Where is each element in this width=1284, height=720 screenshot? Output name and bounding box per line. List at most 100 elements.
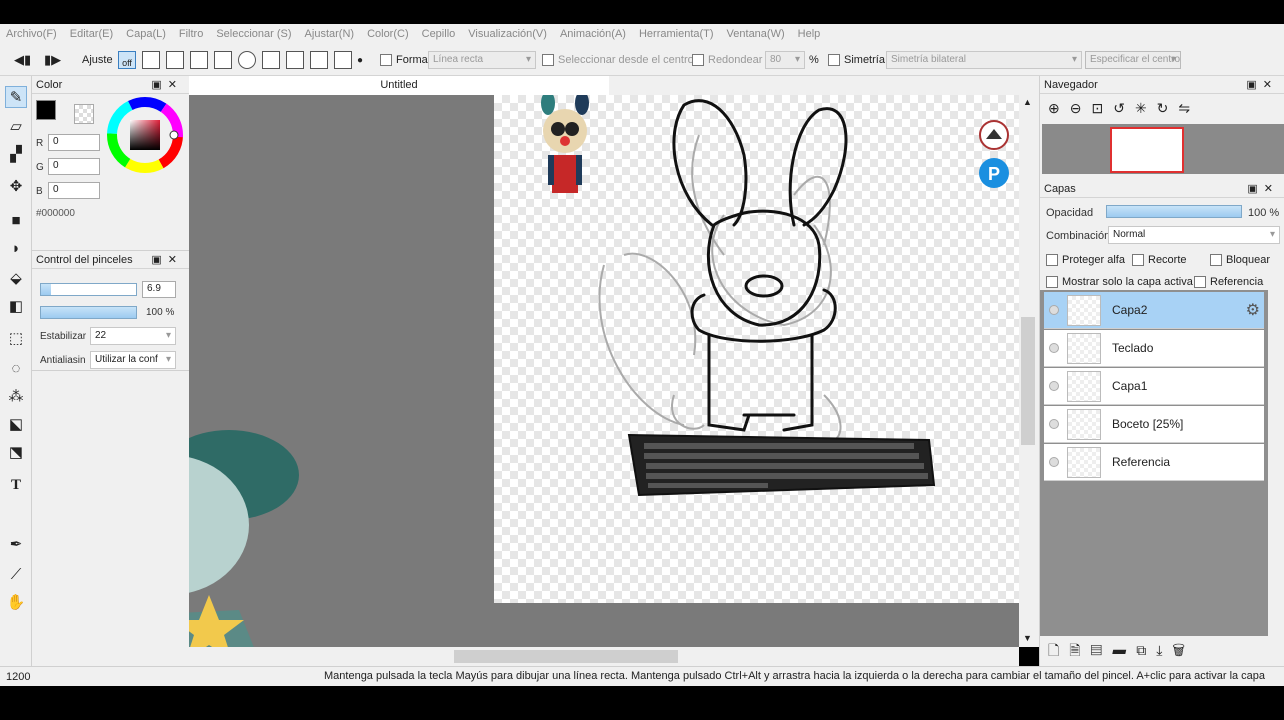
- panel-float-close-icon[interactable]: ▣✕: [1247, 182, 1279, 195]
- document-tab[interactable]: Untitled: [189, 76, 609, 95]
- brush-tool-icon[interactable]: ✎: [5, 86, 27, 108]
- reference-box[interactable]: [1194, 276, 1206, 288]
- layer-visibility-icon[interactable]: [1049, 305, 1059, 315]
- g-input[interactable]: 0: [48, 158, 100, 175]
- rotate-reset-icon[interactable]: ✳: [1135, 100, 1157, 116]
- merge-down-icon[interactable]: ⤓: [1156, 642, 1172, 658]
- menu-item[interactable]: Ventana(W): [727, 28, 785, 40]
- r-input[interactable]: 0: [48, 134, 100, 151]
- symmetry-box[interactable]: [828, 54, 840, 66]
- menu-item[interactable]: Cepillo: [422, 28, 456, 40]
- zoom-out-icon[interactable]: ⊖: [1070, 100, 1092, 116]
- new-vector-layer-icon[interactable]: 🗎: [1069, 642, 1090, 658]
- duplicate-layer-icon[interactable]: ⧉: [1136, 642, 1156, 658]
- prev-frame-icon[interactable]: ◀▮: [14, 50, 31, 70]
- snap-grid-icon[interactable]: [286, 51, 304, 69]
- hand-tool-icon[interactable]: ✋: [5, 592, 27, 614]
- horizontal-scroll-thumb[interactable]: [454, 650, 678, 663]
- menu-item[interactable]: Filtro: [179, 28, 203, 40]
- snap-off-button[interactable]: off: [118, 51, 136, 69]
- magic-wand-icon[interactable]: ⁂: [5, 386, 27, 408]
- menu-item[interactable]: Seleccionar (S): [216, 28, 291, 40]
- brush-size-input[interactable]: 6.9: [142, 281, 176, 298]
- lock-box[interactable]: [1210, 254, 1222, 266]
- menu-item[interactable]: Visualización(V): [468, 28, 547, 40]
- round-box[interactable]: [692, 54, 704, 66]
- protect-alpha-checkbox[interactable]: Proteger alfa: [1046, 250, 1125, 270]
- snap-perspective-grid-icon[interactable]: [310, 51, 328, 69]
- pixel-tool-icon[interactable]: ▞: [5, 144, 27, 166]
- forma-select[interactable]: Línea recta: [428, 50, 536, 70]
- lasso-select-icon[interactable]: ◌: [5, 358, 27, 380]
- flip-icon[interactable]: ⇋: [1178, 100, 1200, 116]
- color-wheel[interactable]: [106, 96, 184, 174]
- panel-float-close-icon[interactable]: ▣✕: [1246, 78, 1278, 91]
- canvas-paper[interactable]: P: [494, 95, 1019, 603]
- new-layer-set-icon[interactable]: ▤: [1091, 642, 1113, 658]
- rect-select-icon[interactable]: ⬚: [5, 328, 27, 350]
- round-checkbox[interactable]: Redondear: [692, 50, 762, 70]
- menu-item[interactable]: Archivo(F): [6, 28, 57, 40]
- snap-diagonal-icon[interactable]: [214, 51, 232, 69]
- eyedropper-icon[interactable]: ⟋: [5, 564, 27, 586]
- forma-check-box[interactable]: [380, 54, 392, 66]
- rectangle-tool-icon[interactable]: ■: [5, 210, 27, 232]
- symmetry-checkbox[interactable]: Simetría: [828, 50, 885, 70]
- snap-radial-icon[interactable]: [238, 51, 256, 69]
- layer-row[interactable]: Referencia: [1044, 444, 1264, 481]
- gradient-tool-icon[interactable]: ◧: [5, 296, 27, 318]
- clip-checkbox[interactable]: Recorte: [1132, 250, 1187, 270]
- vertical-scrollbar[interactable]: ▲ ▼: [1019, 95, 1039, 647]
- eraser-tool-icon[interactable]: ▱: [5, 116, 27, 138]
- layer-opacity-slider[interactable]: [1106, 205, 1242, 218]
- pen-tool-icon[interactable]: ✒: [5, 534, 27, 556]
- menu-item[interactable]: Animación(A): [560, 28, 626, 40]
- brush-opacity-slider[interactable]: [40, 306, 137, 319]
- layer-row[interactable]: Capa1: [1044, 368, 1264, 405]
- next-frame-icon[interactable]: ▮▶: [44, 50, 61, 70]
- layer-settings-icon[interactable]: ⚙: [1246, 300, 1260, 320]
- symmetry-select[interactable]: Simetría bilateral: [886, 50, 1082, 70]
- show-active-only-checkbox[interactable]: Mostrar solo la capa activa: [1046, 272, 1193, 292]
- delete-layer-icon[interactable]: 🗑: [1172, 642, 1195, 658]
- snap-settings-icon[interactable]: [334, 51, 352, 69]
- fill-tool-icon[interactable]: ⬙: [5, 268, 27, 290]
- menu-item[interactable]: Ajustar(N): [305, 28, 355, 40]
- lock-checkbox[interactable]: Bloquear: [1210, 250, 1270, 270]
- move-tool-icon[interactable]: ✥: [5, 176, 27, 198]
- menu-item[interactable]: Editar(E): [70, 28, 113, 40]
- snap-vanishing-point-icon[interactable]: [190, 51, 208, 69]
- panel-float-close-icon[interactable]: ▣✕: [151, 253, 183, 266]
- brush-size-slider[interactable]: [40, 283, 137, 296]
- scroll-down-icon[interactable]: ▼: [1023, 633, 1032, 643]
- canvas-viewport[interactable]: P: [189, 95, 1019, 647]
- stabilizer-select[interactable]: 22: [90, 327, 176, 345]
- zoom-fit-icon[interactable]: ⊡: [1091, 100, 1113, 116]
- primary-color-swatch[interactable]: [36, 100, 56, 120]
- text-tool-icon[interactable]: T: [5, 474, 27, 496]
- snap-parallel-lines-icon[interactable]: [142, 51, 160, 69]
- zoom-in-icon[interactable]: ⊕: [1048, 100, 1070, 116]
- select-center-checkbox[interactable]: Seleccionar desde el centro: [542, 50, 694, 70]
- navigator-preview[interactable]: [1042, 124, 1284, 174]
- rotate-left-icon[interactable]: ↺: [1113, 100, 1135, 116]
- menu-item[interactable]: Color(C): [367, 28, 409, 40]
- new-layer-icon[interactable]: 🗋: [1048, 642, 1069, 658]
- layer-visibility-icon[interactable]: [1049, 457, 1059, 467]
- round-select[interactable]: 80: [765, 50, 805, 70]
- layer-visibility-icon[interactable]: [1049, 343, 1059, 353]
- forma-checkbox[interactable]: Forma: [380, 50, 428, 70]
- vertical-scroll-thumb[interactable]: [1021, 317, 1035, 445]
- transform-icon[interactable]: ⬔: [5, 442, 27, 464]
- navigator-viewport-frame[interactable]: [1110, 127, 1184, 173]
- layer-visibility-icon[interactable]: [1049, 419, 1059, 429]
- blur-tool-icon[interactable]: ◗: [5, 238, 27, 260]
- clip-box[interactable]: [1132, 254, 1144, 266]
- layer-row[interactable]: Capa2 ⚙: [1044, 292, 1264, 329]
- panel-float-close-icon[interactable]: ▣✕: [151, 78, 183, 91]
- antialias-select[interactable]: Utilizar la conf: [90, 351, 176, 369]
- scroll-up-icon[interactable]: ▲: [1023, 97, 1032, 107]
- snap-curve-icon[interactable]: [262, 51, 280, 69]
- menu-item[interactable]: Capa(L): [126, 28, 166, 40]
- rotate-right-icon[interactable]: ↻: [1157, 100, 1179, 116]
